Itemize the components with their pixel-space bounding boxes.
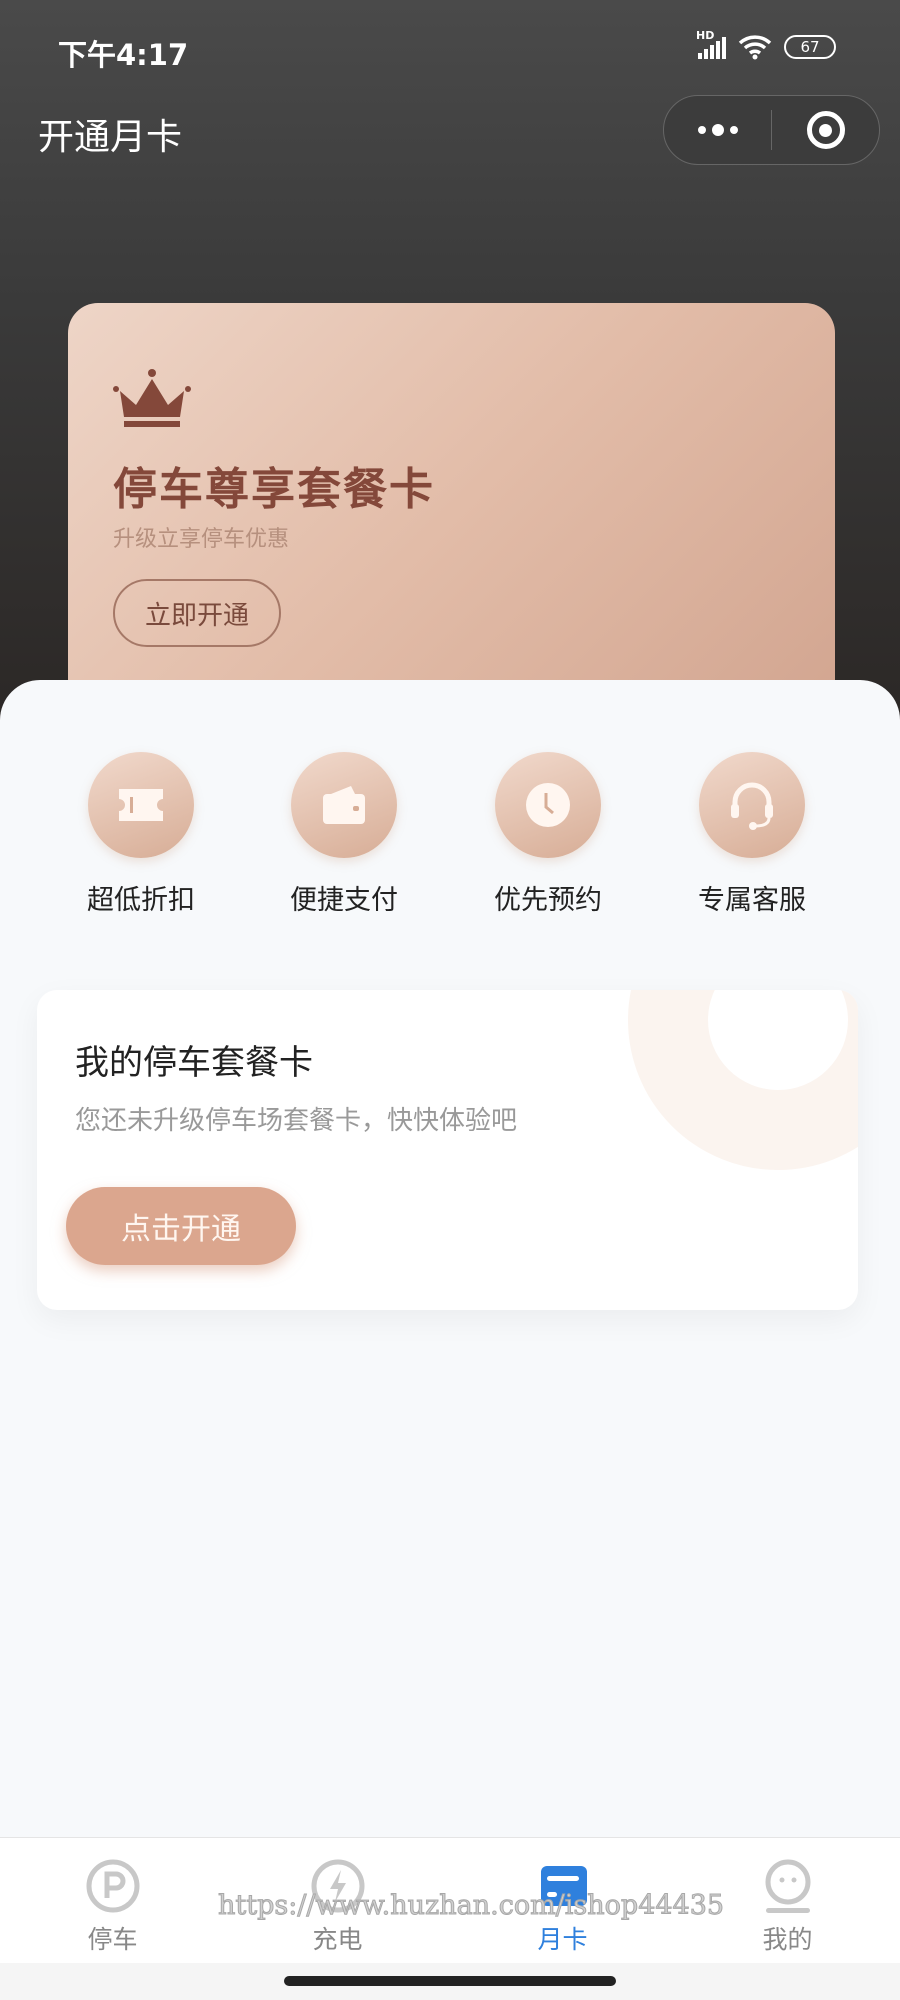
vip-card-title: 停车尊享套餐卡 (113, 464, 435, 515)
more-dots-icon (697, 124, 738, 136)
my-card-title: 我的停车套餐卡 (75, 1043, 313, 1083)
vip-card: 停车尊享套餐卡 升级立享停车优惠 立即开通 (68, 303, 835, 723)
page-title: 开通月卡 (38, 117, 183, 158)
feature-label: 专属客服 (698, 885, 806, 916)
click-activate-button[interactable]: 点击开通 (66, 1187, 296, 1265)
tab-label: 我的 (762, 1925, 813, 1954)
activate-now-button[interactable]: 立即开通 (113, 579, 281, 647)
parking-icon (86, 1859, 139, 1913)
more-button[interactable] (664, 96, 771, 164)
content-sheet: 超低折扣 便捷支付 优先预约 专属客服 我的停车套餐卡 您还未升级停车场套餐卡，… (0, 680, 900, 1840)
miniprogram-capsule (663, 95, 880, 165)
feature-label: 超低折扣 (87, 885, 195, 916)
feature-label: 优先预约 (494, 885, 602, 916)
wallet-icon (323, 786, 365, 824)
clock-icon (526, 783, 570, 827)
ticket-icon (119, 789, 163, 821)
watermark: https://www.huzhan.com/ishop44435 (217, 1890, 725, 1922)
feature-label: 便捷支付 (290, 885, 398, 916)
profile-icon (765, 1859, 810, 1913)
feature-service[interactable]: 专属客服 (677, 752, 827, 917)
status-icons: HD 67 (696, 29, 836, 60)
wifi-icon (738, 35, 772, 60)
target-icon (806, 111, 845, 149)
decorative-ring (628, 990, 858, 1170)
signal-icon: HD (696, 29, 726, 59)
crown-icon (113, 369, 191, 427)
battery-icon: 67 (784, 35, 836, 59)
my-parking-card: 我的停车套餐卡 您还未升级停车场套餐卡，快快体验吧 点击开通 (37, 990, 858, 1310)
feature-payment[interactable]: 便捷支付 (269, 752, 419, 917)
home-indicator[interactable] (284, 1976, 616, 1986)
feature-reservation[interactable]: 优先预约 (473, 752, 623, 917)
feature-discount[interactable]: 超低折扣 (66, 752, 216, 917)
network-label: HD (696, 29, 715, 42)
my-card-subtitle: 您还未升级停车场套餐卡，快快体验吧 (75, 1106, 518, 1136)
status-time: 下午4:17 (58, 38, 189, 72)
headset-icon (731, 782, 773, 830)
tab-label: 停车 (87, 1925, 138, 1954)
tab-label: 月卡 (537, 1925, 588, 1954)
close-miniprogram-button[interactable] (772, 96, 879, 164)
tab-parking[interactable]: 停车 (0, 1838, 225, 1963)
tab-label: 充电 (312, 1925, 363, 1954)
vip-card-subtitle: 升级立享停车优惠 (113, 527, 290, 552)
